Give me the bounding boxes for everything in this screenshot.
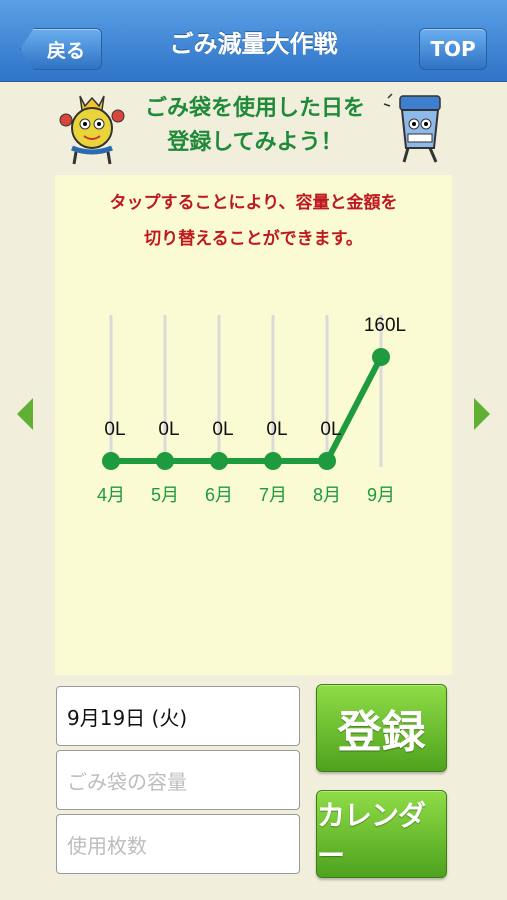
back-button[interactable]: 戻る (20, 28, 102, 70)
banner-line-1: ごみ袋を使用した日を (144, 96, 365, 121)
chart-month-label: 8月 (313, 485, 341, 505)
top-button[interactable]: TOP (419, 28, 487, 70)
banner-line-2: 登録してみよう！ (167, 130, 343, 155)
capacity-field[interactable]: ごみ袋の容量 (56, 750, 300, 810)
chart-value-label: 160L (364, 315, 406, 336)
date-field[interactable]: 9月19日 (火) (56, 686, 300, 746)
chart-month-label: 7月 (259, 485, 287, 505)
chart-month-label: 6月 (205, 485, 233, 505)
previous-arrow-icon[interactable] (17, 398, 33, 430)
chart-month-label: 9月 (367, 485, 395, 505)
chart-point[interactable] (210, 452, 228, 470)
chart-value-label: 0L (320, 419, 341, 440)
chart-point[interactable] (156, 452, 174, 470)
chart-point[interactable] (318, 452, 336, 470)
chart-series-line (111, 355, 384, 464)
chart-month-label: 5月 (151, 485, 179, 505)
header-bar: ごみ減量大作戦 戻る TOP (0, 0, 507, 82)
next-arrow-icon[interactable] (474, 398, 490, 430)
chart-value-label: 0L (104, 419, 125, 440)
chart-month-label: 4月 (97, 485, 125, 505)
chart-value-label: 0L (212, 419, 233, 440)
chart-value-label: 0L (266, 419, 287, 440)
mascot-right-icon (383, 93, 441, 163)
calendar-button[interactable]: カレンダー (316, 790, 447, 878)
chart-panel[interactable]: タップすることにより、容量と金額を 切り替えることができます。 0L 0L 0L 0L… (55, 175, 452, 675)
chart-value-label: 0L (158, 419, 179, 440)
chart-point[interactable] (102, 452, 120, 470)
banner: ごみ袋を使用した日を 登録してみよう！ (0, 84, 507, 170)
count-field[interactable]: 使用枚数 (56, 814, 300, 874)
register-button[interactable]: 登録 (316, 684, 447, 772)
chart-point[interactable] (264, 452, 282, 470)
chart-point[interactable] (372, 348, 390, 366)
usage-line-chart[interactable]: 0L 0L 0L 0L 0L 160L 4月 5月 6月 7月 8月 9月 (55, 175, 452, 675)
